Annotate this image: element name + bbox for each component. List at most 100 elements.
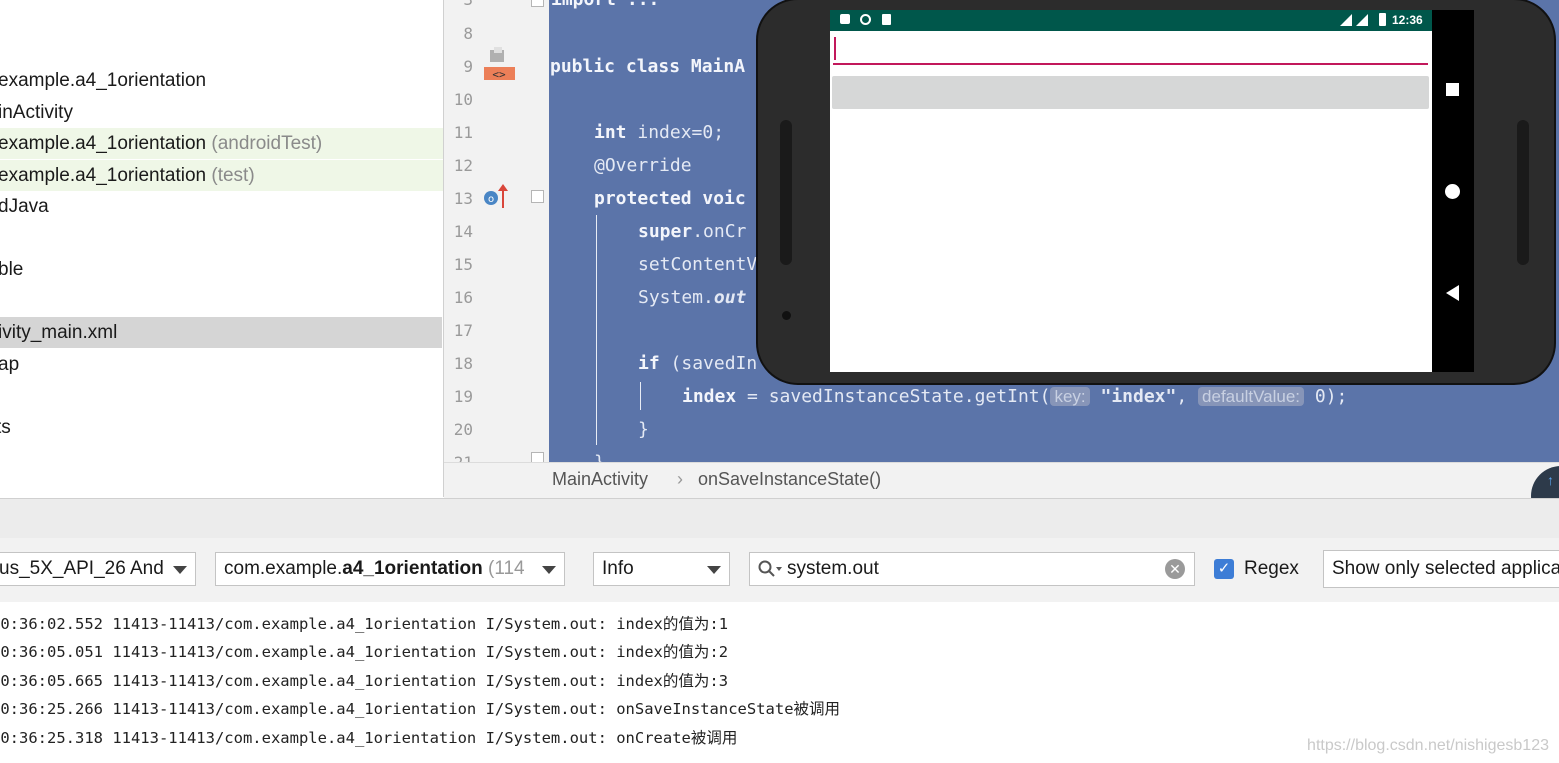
tree-item-label: ble bbox=[0, 259, 24, 280]
param-hint-key: key: bbox=[1050, 387, 1090, 406]
tree-item[interactable]: ble bbox=[0, 254, 443, 285]
line-number: 17 bbox=[453, 321, 473, 340]
indent-guide bbox=[596, 215, 597, 445]
fold-marker[interactable] bbox=[531, 190, 544, 203]
breadcrumb-method[interactable]: onSaveInstanceState() bbox=[698, 469, 881, 490]
log-line: 20:36:02.552 11413-11413/com.example.a4_… bbox=[0, 615, 729, 633]
status-clock: 12:36 bbox=[1392, 13, 1423, 27]
line-number: 9 bbox=[463, 57, 473, 76]
code-line: super.onCr bbox=[638, 221, 747, 242]
battery-icon bbox=[1379, 13, 1386, 26]
tree-item-selected[interactable]: ivity_main.xml bbox=[0, 317, 442, 348]
breadcrumb-class[interactable]: MainActivity bbox=[552, 469, 648, 490]
edit-text-field[interactable] bbox=[833, 63, 1428, 65]
square-icon[interactable] bbox=[1446, 83, 1459, 96]
editor-gutter: 3 8 9 10 11 12 13 14 15 16 17 18 19 20 2… bbox=[444, 0, 549, 462]
arrow-up-icon: ↑ bbox=[1547, 472, 1554, 488]
line-number: 11 bbox=[453, 123, 473, 142]
log-line: 20:36:05.051 11413-11413/com.example.a4_… bbox=[0, 643, 729, 661]
fold-marker[interactable] bbox=[531, 0, 544, 7]
logcat-toolbar: us_5X_API_26 And com.example.a4_1orienta… bbox=[0, 538, 1559, 602]
code-line: } bbox=[638, 419, 649, 440]
notification-circle-icon bbox=[860, 14, 871, 25]
code-line: protected voic bbox=[594, 188, 746, 209]
svg-text:<>: <> bbox=[492, 68, 506, 81]
filter-label: Show only selected applica bbox=[1332, 558, 1559, 579]
line-number: 14 bbox=[453, 222, 473, 241]
regex-checkbox[interactable]: ✓ bbox=[1214, 559, 1234, 579]
line-number: 16 bbox=[453, 288, 473, 307]
tree-item-label: example.a4_1orientation bbox=[0, 165, 207, 186]
signal-icon bbox=[1340, 14, 1368, 26]
chevron-down-icon bbox=[707, 566, 721, 574]
project-tree: example.a4_1orientation inActivity examp… bbox=[0, 0, 444, 497]
code-line: public class MainA bbox=[550, 56, 746, 77]
nav-bar bbox=[1432, 10, 1474, 372]
search-field[interactable]: system.out ✕ bbox=[749, 552, 1195, 586]
indent-guide bbox=[640, 382, 641, 410]
log-line: 20:36:25.266 11413-11413/com.example.a4_… bbox=[0, 700, 841, 718]
tree-item[interactable]: example.a4_1orientation (androidTest) bbox=[0, 128, 443, 159]
process-dropdown[interactable]: com.example.a4_1orientation (114 bbox=[215, 552, 565, 586]
tree-item-label: dJava bbox=[0, 196, 49, 217]
line-number: 12 bbox=[453, 156, 473, 175]
tree-item-suffix: (test) bbox=[206, 165, 255, 186]
device-label: us_5X_API_26 And bbox=[0, 558, 164, 579]
tree-item[interactable]: example.a4_1orientation (test) bbox=[0, 160, 443, 191]
app-button[interactable] bbox=[832, 76, 1429, 109]
tree-item-label: ts bbox=[0, 417, 11, 438]
tree-item[interactable]: example.a4_1orientation bbox=[0, 65, 443, 96]
front-camera bbox=[782, 311, 791, 320]
line-number: 3 bbox=[444, 0, 473, 16]
text-cursor bbox=[834, 37, 836, 60]
code-line: setContentV bbox=[638, 254, 758, 275]
override-method-icon[interactable]: o bbox=[483, 183, 511, 211]
chevron-down-icon bbox=[542, 566, 556, 574]
log-line: 20:36:05.665 11413-11413/com.example.a4_… bbox=[0, 672, 729, 690]
code-line: @Override bbox=[594, 155, 692, 176]
device-dropdown[interactable]: us_5X_API_26 And bbox=[0, 552, 196, 586]
clear-search-icon[interactable]: ✕ bbox=[1165, 559, 1185, 579]
search-input[interactable]: system.out bbox=[787, 553, 879, 585]
log-line: 20:36:25.318 11413-11413/com.example.a4_… bbox=[0, 729, 738, 747]
line-number: 19 bbox=[453, 387, 473, 406]
tree-item-label: inActivity bbox=[0, 102, 73, 123]
tree-item-label: ap bbox=[0, 354, 20, 375]
tree-item[interactable]: ap bbox=[0, 349, 443, 380]
tree-item[interactable]: dJava bbox=[0, 191, 443, 222]
layout-xml-icon[interactable]: <> bbox=[484, 47, 518, 83]
tree-item-label: example.a4_1orientation bbox=[0, 133, 207, 154]
svg-text:o: o bbox=[488, 194, 494, 205]
notification-a-icon bbox=[840, 14, 850, 24]
code-line: } bbox=[594, 446, 605, 462]
code-line: if (savedIn bbox=[638, 353, 758, 374]
search-icon bbox=[758, 560, 782, 577]
line-number: 8 bbox=[463, 24, 473, 43]
line-number: 10 bbox=[453, 90, 473, 109]
logcat-header bbox=[0, 498, 1559, 539]
code-line: int index=0; bbox=[594, 122, 725, 143]
speaker-grille bbox=[780, 120, 792, 265]
watermark: https://blog.csdn.net/nishigesb123 bbox=[1307, 737, 1549, 754]
line-number: 13 bbox=[453, 189, 473, 208]
emulator-screen[interactable]: 12:36 bbox=[830, 10, 1432, 372]
filter-dropdown[interactable]: Show only selected applica bbox=[1323, 550, 1559, 588]
line-number: 15 bbox=[453, 255, 473, 274]
status-bar: 12:36 bbox=[830, 10, 1432, 31]
log-level-label: Info bbox=[602, 558, 634, 579]
tree-item-suffix: (androidTest) bbox=[206, 133, 323, 154]
circle-icon[interactable] bbox=[1445, 184, 1460, 199]
line-number: 20 bbox=[453, 420, 473, 439]
log-level-dropdown[interactable]: Info bbox=[593, 552, 730, 586]
code-line: System.out bbox=[638, 287, 747, 308]
line-number: 21 bbox=[444, 446, 473, 462]
triangle-icon[interactable] bbox=[1446, 285, 1459, 301]
fold-marker[interactable] bbox=[531, 452, 544, 462]
tree-item-label: example.a4_1orientation bbox=[0, 70, 207, 91]
tree-item-label: ivity_main.xml bbox=[0, 322, 118, 343]
tree-item[interactable]: inActivity bbox=[0, 97, 443, 128]
speaker-grille bbox=[1517, 120, 1529, 265]
param-hint-default: defaultValue: bbox=[1198, 387, 1305, 406]
tree-item[interactable]: ts bbox=[0, 412, 443, 443]
code-line: import ... bbox=[551, 0, 659, 16]
